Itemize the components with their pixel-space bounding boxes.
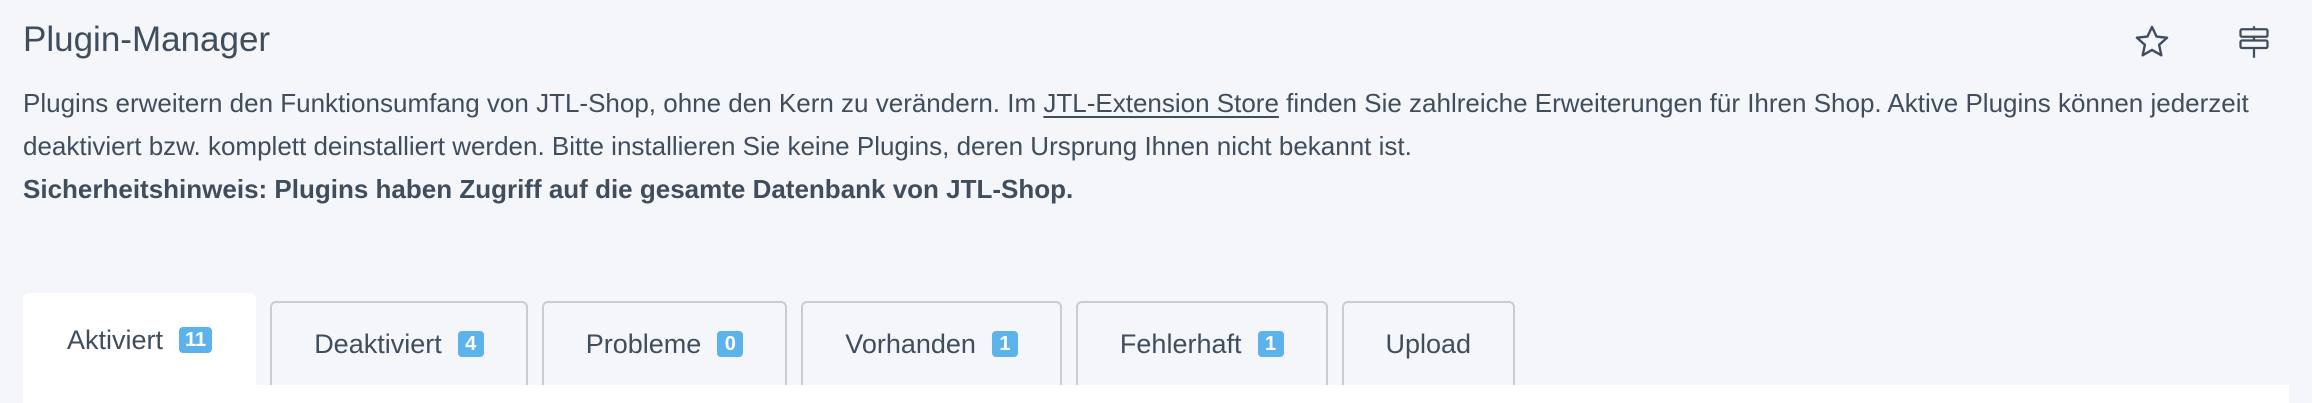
tab-label: Vorhanden (845, 328, 976, 359)
tab-probleme[interactable]: Probleme 0 (541, 301, 788, 385)
tab-content-panel (23, 385, 2289, 403)
tab-upload[interactable]: Upload (1341, 301, 1516, 385)
security-note: Sicherheitshinweis: Plugins haben Zugrif… (23, 174, 1074, 204)
tab-label: Upload (1385, 328, 1472, 359)
tab-label: Probleme (585, 328, 702, 359)
count-badge: 1 (1257, 331, 1284, 357)
tab-vorhanden[interactable]: Vorhanden 1 (801, 301, 1062, 385)
tab-fehlerhaft[interactable]: Fehlerhaft 1 (1075, 301, 1328, 385)
count-badge: 0 (717, 331, 744, 357)
count-badge: 11 (179, 327, 213, 353)
tab-aktiviert[interactable]: Aktiviert 11 (23, 293, 257, 385)
tab-deaktiviert[interactable]: Deaktiviert 4 (270, 301, 528, 385)
tab-label: Deaktiviert (314, 328, 442, 359)
tab-label: Aktiviert (67, 324, 164, 355)
tab-label: Fehlerhaft (1119, 328, 1242, 359)
description-text-part1: Plugins erweitern den Funktionsumfang vo… (23, 88, 1044, 118)
star-icon[interactable] (2128, 18, 2176, 66)
plugin-description: Plugins erweitern den Funktionsumfang vo… (23, 82, 2283, 211)
header-actions (2128, 18, 2278, 66)
page-title: Plugin-Manager (23, 20, 271, 59)
plugin-tabs: Aktiviert 11 Deaktiviert 4 Probleme 0 Vo… (23, 293, 1529, 385)
extension-store-link[interactable]: JTL-Extension Store (1043, 88, 1279, 118)
signpost-icon[interactable] (2230, 18, 2278, 66)
count-badge: 4 (457, 331, 484, 357)
count-badge: 1 (991, 331, 1018, 357)
